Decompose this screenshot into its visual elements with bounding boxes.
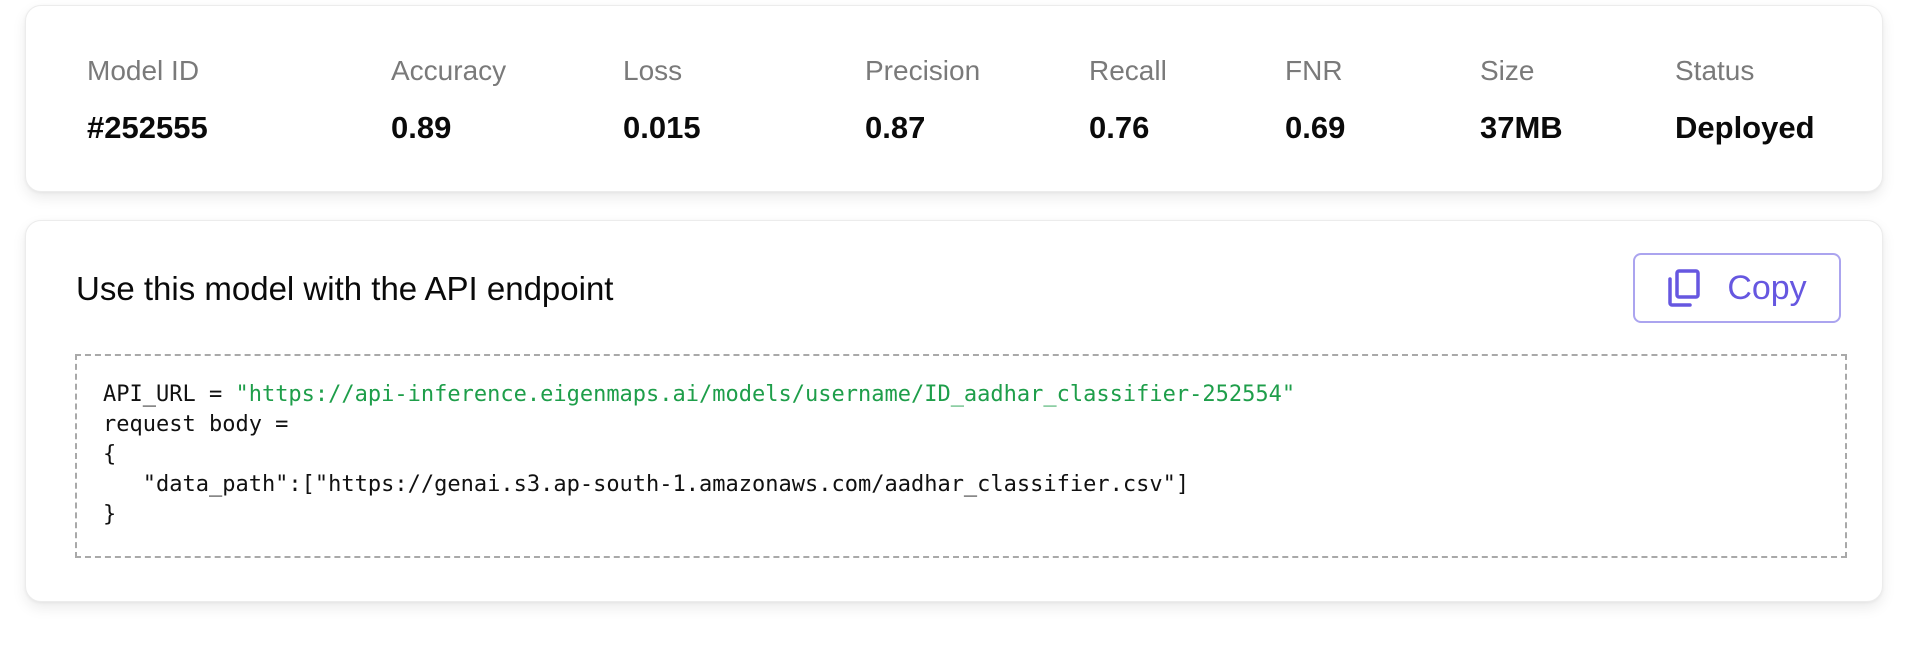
api-url-string: "https://api-inference.eigenmaps.ai/mode… <box>235 382 1296 407</box>
copy-label: Copy <box>1727 269 1807 307</box>
metric-label: Size <box>1480 55 1535 86</box>
metric-label: Model ID <box>87 55 200 86</box>
copy-icon <box>1667 269 1701 307</box>
code-line-request-body: request body = <box>103 412 289 437</box>
code-line-open-brace: { <box>103 442 117 467</box>
metric-value: 0.76 <box>1089 110 1150 145</box>
code-line-api-url: API_URL = "https://api-inference.eigenma… <box>103 380 1819 410</box>
metric-value: 0.87 <box>865 110 926 145</box>
code-line-data-path: "data_path":["https://genai.s3.ap-south-… <box>103 472 1190 497</box>
metric-value: 0.69 <box>1285 110 1346 145</box>
api-endpoint-card: Use this model with the API endpoint Cop… <box>25 220 1883 602</box>
metric-label: Status <box>1675 55 1755 86</box>
code-line-close-brace: } <box>103 502 117 527</box>
metric-fnr: FNR 0.69 <box>1285 54 1345 146</box>
metric-size: Size 37MB <box>1480 54 1563 146</box>
metric-label: Precision <box>865 55 981 86</box>
metric-label: Loss <box>623 55 683 86</box>
status-value: Deployed <box>1675 110 1815 145</box>
metric-accuracy: Accuracy 0.89 <box>391 54 506 146</box>
metric-value: #252555 <box>87 110 208 145</box>
metric-value: 0.015 <box>623 110 701 145</box>
code-variable: API_URL = <box>103 382 236 407</box>
metric-recall: Recall 0.76 <box>1089 54 1167 146</box>
metric-label: Recall <box>1089 55 1167 86</box>
code-snippet[interactable]: API_URL = "https://api-inference.eigenma… <box>75 354 1847 558</box>
metric-value: 37MB <box>1480 110 1563 145</box>
metric-precision: Precision 0.87 <box>865 54 980 146</box>
metric-value: 0.89 <box>391 110 452 145</box>
copy-button[interactable]: Copy <box>1633 253 1841 323</box>
metric-label: FNR <box>1285 55 1343 86</box>
metric-label: Accuracy <box>391 55 507 86</box>
metric-loss: Loss 0.015 <box>623 54 701 146</box>
metric-model-id: Model ID #252555 <box>87 54 208 146</box>
metric-status: Status Deployed <box>1675 54 1815 146</box>
api-section-title: Use this model with the API endpoint <box>76 270 614 307</box>
model-metrics-card: Model ID #252555 Accuracy 0.89 Loss 0.01… <box>25 5 1883 192</box>
